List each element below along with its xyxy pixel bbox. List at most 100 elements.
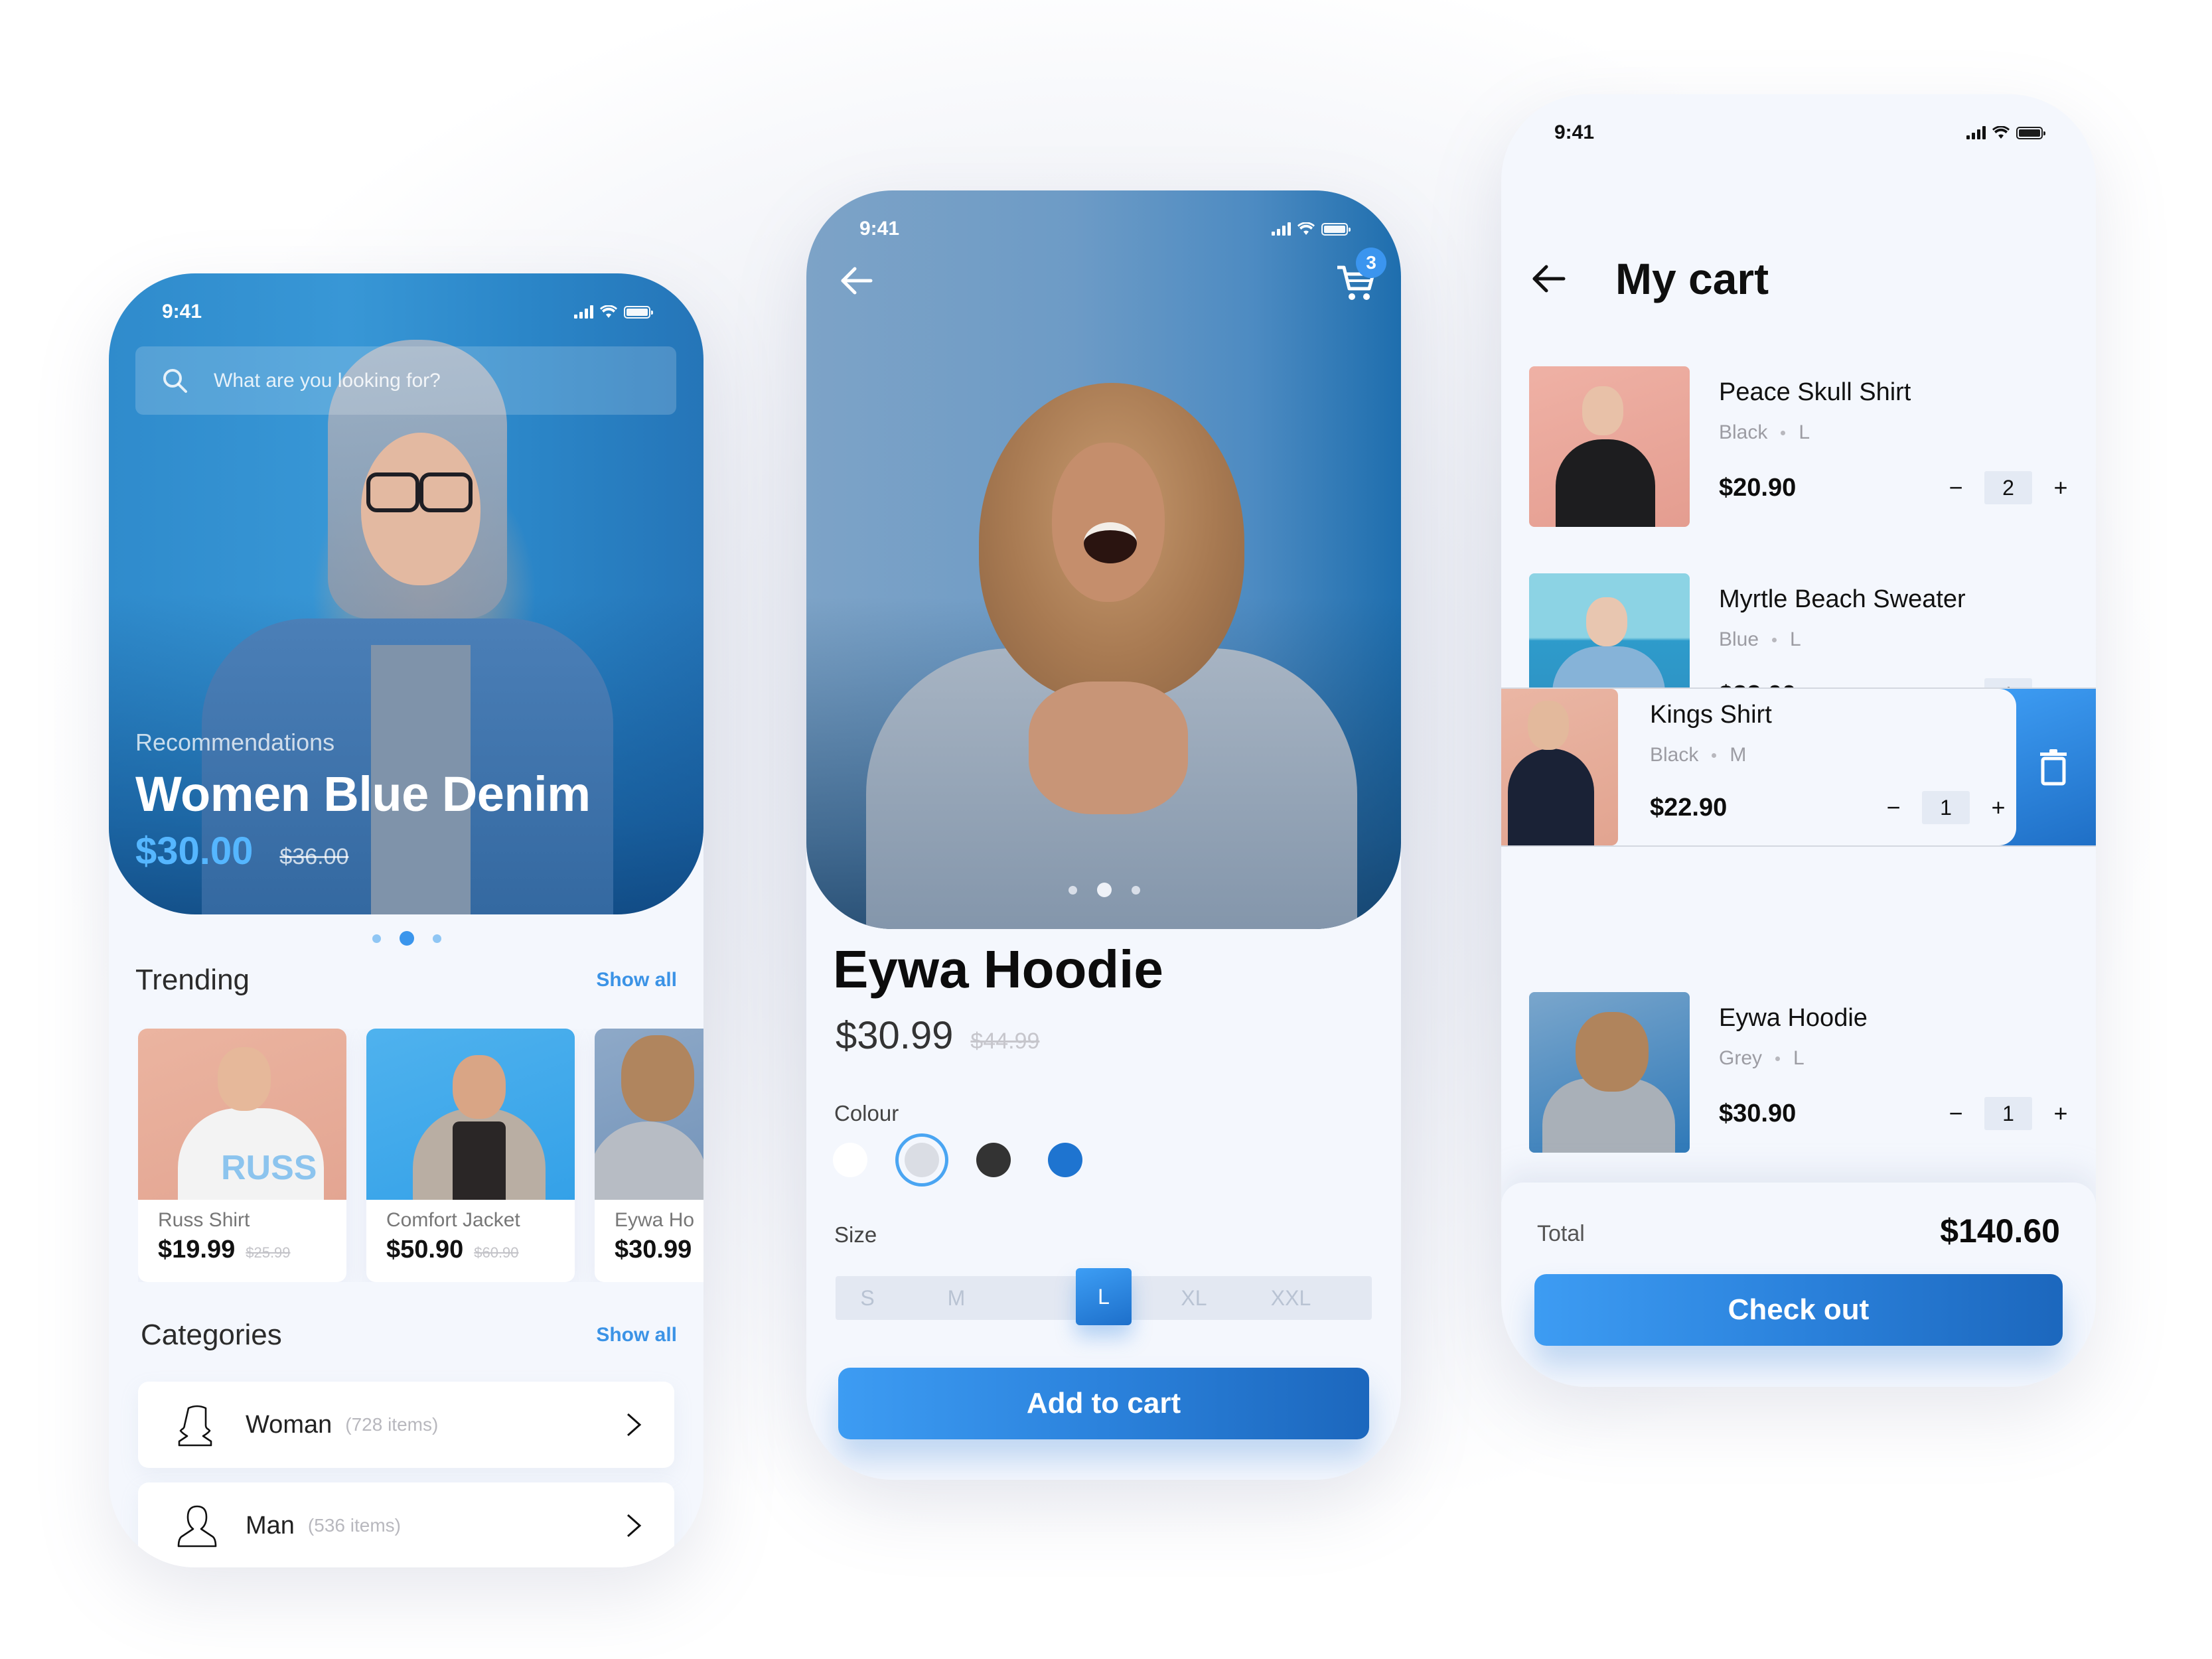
size-picker: S M L XL XXL <box>836 1268 1372 1325</box>
cart-item-swiped[interactable]: Kings Shirt Black M $22.90 − 1 + <box>1501 687 2096 847</box>
hero-title: Women Blue Denim <box>135 766 591 822</box>
cart-item-size: L <box>1790 628 1801 650</box>
status-bar: 9:41 <box>109 299 703 325</box>
trending-card[interactable]: Eywa Ho $30.99 <box>595 1029 703 1282</box>
status-time: 9:41 <box>859 218 900 240</box>
cart-item-name: Peace Skull Shirt <box>1719 378 1911 406</box>
size-option-xxl[interactable]: XXL <box>1258 1276 1324 1320</box>
hero-price: $30.00 <box>135 830 254 873</box>
carousel-dot[interactable] <box>372 934 381 943</box>
carousel-dot[interactable] <box>433 934 441 943</box>
cart-item-colour: Blue <box>1719 628 1759 650</box>
chevron-right-icon <box>627 1413 642 1437</box>
wifi-icon <box>1992 126 2010 139</box>
hero-old-price: $36.00 <box>279 844 349 869</box>
qty-decrement-button[interactable]: − <box>1949 476 1963 500</box>
trending-show-all-link[interactable]: Show all <box>596 969 677 991</box>
woman-icon <box>178 1405 212 1447</box>
product-gallery[interactable]: 9:41 3 <box>806 190 1401 929</box>
cart-item-image <box>1529 992 1690 1153</box>
qty-increment-button[interactable]: + <box>1991 796 2006 820</box>
size-option-xl[interactable]: XL <box>1167 1276 1220 1320</box>
qty-decrement-button[interactable]: − <box>1886 796 1901 820</box>
qty-value[interactable]: 1 <box>1922 791 1970 824</box>
cart-item-size: L <box>1793 1047 1805 1069</box>
status-bar: 9:41 <box>1501 119 2096 146</box>
size-option-m[interactable]: M <box>936 1276 976 1320</box>
man-icon <box>177 1505 217 1548</box>
colour-swatch-blue[interactable] <box>1048 1143 1082 1177</box>
trending-item-price: $30.99 <box>615 1236 692 1263</box>
wifi-icon <box>1297 222 1315 235</box>
back-arrow-icon[interactable] <box>836 261 876 301</box>
trending-item-price: $19.99 <box>158 1236 236 1263</box>
carousel-dot-active[interactable] <box>400 931 414 946</box>
cart-item-image <box>1501 689 1618 845</box>
product-price: $30.99 <box>836 1014 954 1057</box>
home-screen: 9:41 What are you looking for? Recommend… <box>109 273 703 1567</box>
colour-swatch-white[interactable] <box>833 1143 867 1177</box>
signal-icon <box>1966 126 1986 139</box>
size-option-s[interactable]: S <box>849 1276 886 1320</box>
cart-item-size: L <box>1799 421 1810 443</box>
product-screen: 9:41 3 Eywa Hoodie $30.99 $44.99 Colour <box>806 190 1401 1480</box>
cart-item-name: Kings Shirt <box>1650 701 1772 729</box>
product-photo-mouth <box>1084 522 1137 563</box>
size-option-l-selected[interactable]: L <box>1076 1268 1132 1325</box>
cart-button[interactable]: 3 <box>1335 248 1386 305</box>
status-time: 9:41 <box>162 301 202 323</box>
wifi-icon <box>600 305 617 318</box>
cart-item-size: M <box>1730 744 1747 766</box>
qty-decrement-button[interactable]: − <box>1949 1102 1963 1125</box>
signal-icon <box>1272 222 1291 236</box>
cart-item-price: $22.90 <box>1650 794 1728 822</box>
search-input[interactable]: What are you looking for? <box>135 346 676 415</box>
battery-icon <box>624 305 653 319</box>
trending-item-name: Eywa Ho <box>615 1209 695 1231</box>
trending-card[interactable]: RUSS Russ Shirt $19.99 $25.99 <box>138 1029 346 1282</box>
cart-item-name: Eywa Hoodie <box>1719 1004 1868 1032</box>
trending-item-old-price: $60.90 <box>474 1244 519 1261</box>
add-to-cart-button[interactable]: Add to cart <box>838 1368 1369 1439</box>
quantity-stepper: − 2 + <box>1949 471 2068 504</box>
trending-item-price: $50.90 <box>386 1236 464 1263</box>
cart-item-colour: Black <box>1719 421 1768 443</box>
product-image: RUSS <box>138 1029 346 1200</box>
carousel-dot[interactable] <box>1132 885 1140 895</box>
qty-increment-button[interactable]: + <box>2053 476 2068 500</box>
colour-picker <box>833 1143 1082 1177</box>
cart-item-price: $20.90 <box>1719 474 1797 502</box>
qty-increment-button[interactable]: + <box>2053 1102 2068 1125</box>
cart-count-badge: 3 <box>1356 248 1386 278</box>
status-bar: 9:41 <box>806 216 1401 242</box>
cart-title: My cart <box>1615 254 1769 303</box>
categories-header: Categories Show all <box>141 1319 677 1352</box>
colour-swatch-charcoal[interactable] <box>976 1143 1011 1177</box>
qty-value[interactable]: 2 <box>1984 471 2032 504</box>
hero-photo-glasses <box>366 472 473 512</box>
cart-item[interactable]: Peace Skull Shirt Black L $20.90 − 2 + <box>1529 366 2068 528</box>
total-value: $140.60 <box>1940 1212 2060 1250</box>
carousel-dot-active[interactable] <box>1097 883 1112 897</box>
product-image <box>366 1029 575 1200</box>
trending-card[interactable]: Comfort Jacket $50.90 $60.90 <box>366 1029 575 1282</box>
colour-swatch-light-grey[interactable] <box>905 1143 939 1177</box>
categories-show-all-link[interactable]: Show all <box>596 1324 677 1346</box>
back-arrow-icon[interactable] <box>1529 259 1569 299</box>
category-item-woman[interactable]: Woman (728 items) <box>138 1382 674 1468</box>
trash-icon <box>2040 749 2067 786</box>
cart-item[interactable]: Eywa Hoodie Grey L $30.90 − 1 + <box>1529 992 2068 1154</box>
qty-value[interactable]: 1 <box>1984 1097 2032 1130</box>
checkout-button[interactable]: Check out <box>1534 1274 2063 1346</box>
size-label: Size <box>834 1222 877 1247</box>
search-icon <box>163 368 187 393</box>
trending-list[interactable]: RUSS Russ Shirt $19.99 $25.99 Comfort Ja… <box>138 1029 703 1282</box>
trending-item-name: Comfort Jacket <box>386 1209 520 1231</box>
category-item-man[interactable]: Man (536 items) <box>138 1482 674 1567</box>
cart-item[interactable]: Kings Shirt Black M $22.90 − 1 + <box>1501 689 2016 845</box>
hero-banner[interactable]: 9:41 What are you looking for? Recommend… <box>109 273 703 914</box>
cart-item-price: $30.90 <box>1719 1100 1797 1127</box>
carousel-dot[interactable] <box>1069 885 1077 895</box>
search-placeholder: What are you looking for? <box>214 369 441 392</box>
trending-item-old-price: $25.99 <box>246 1244 291 1261</box>
